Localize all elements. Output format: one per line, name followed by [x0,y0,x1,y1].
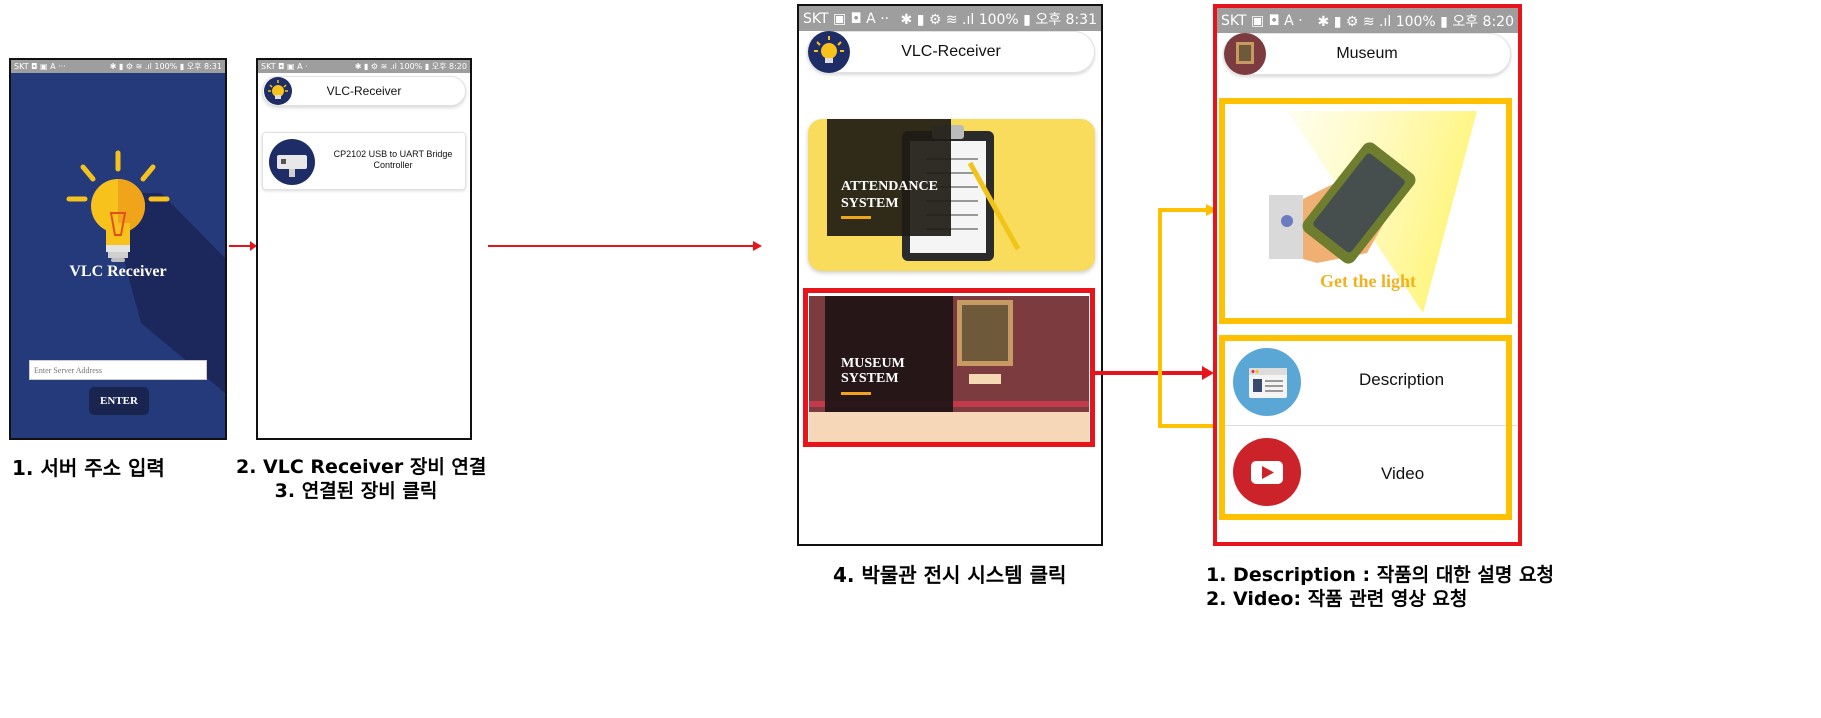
app-title: VLC Receiver [69,263,167,280]
caption-video: 2. Video: 작품 관련 영상 요청 [1206,588,1468,610]
status-bar: SKT ▣ ◘ A ·· ✱ ▮ ⚙ ≋ .ıl 100% ▮ 오후 8:31 [799,6,1101,31]
caption-description: 1. Description : 작품의 대한 설명 요청 [1206,564,1554,586]
description-video-highlight [1219,335,1512,520]
caption-step-4: 4. 박물관 전시 시스템 클릭 [833,563,1067,587]
status-right: ✱ ▮ ⚙ ≋ .ıl 100% ▮ 오후 8:20 [354,62,467,71]
lightbulb-logo-icon [66,150,225,393]
usb-device-icon [269,139,315,185]
museum-card-highlight [803,288,1095,447]
attendance-system-card[interactable]: ATTENDANCE SYSTEM [808,119,1095,271]
app-title: VLC-Receiver [901,43,1001,60]
flow-arrow-1 [229,241,257,251]
attendance-label-1: ATTENDANCE [841,179,938,194]
lightbulb-icon [264,77,292,105]
banner-highlight [1219,98,1512,324]
caption-step-1: 1. 서버 주소 입력 [12,456,165,480]
status-left: SKT ▣ ◘ A · [1221,12,1303,29]
status-right: ✱ ▮ ⚙ ≋ .ıl 100% ▮ 오후 8:20 [1317,13,1514,30]
status-right: ✱ ▮ ⚙ ≋ .ıl 100% ▮ 오후 8:31 [109,62,222,71]
status-right: ✱ ▮ ⚙ ≋ .ıl 100% ▮ 오후 8:31 [900,11,1097,28]
attendance-label-2: SYSTEM [841,196,899,211]
app-title: Museum [1336,45,1398,62]
status-left: SKT ◘ ▣ A ··· [14,62,66,71]
server-address-input[interactable] [29,360,207,380]
status-left: SKT ▣ ◘ A ·· [803,10,890,27]
app-title: VLC-Receiver [326,84,402,98]
museum-logo-icon [1224,33,1266,75]
enter-button[interactable]: ENTER [89,387,149,415]
lightbulb-icon [808,31,850,73]
app-bar: VLC-Receiver [262,76,466,106]
status-left: SKT ◘ ▣ A · [261,62,308,71]
status-bar: SKT ▣ ◘ A · ✱ ▮ ⚙ ≋ .ıl 100% ▮ 오후 8:20 [1217,8,1518,33]
device-list-item[interactable]: CP2102 USB to UART Bridge Controller [262,132,466,190]
screen-system-select: SKT ▣ ◘ A ·· ✱ ▮ ⚙ ≋ .ıl 100% ▮ 오후 8:31 … [797,4,1103,546]
app-bar: VLC-Receiver [807,31,1095,73]
app-bar: Museum [1223,33,1511,75]
screen-device-list: SKT ◘ ▣ A · ✱ ▮ ⚙ ≋ .ıl 100% ▮ 오후 8:20 V… [256,58,472,440]
caption-step-2: 2. VLC Receiver 장비 연결 [236,456,487,478]
device-name: CP2102 USB to UART Bridge Controller [333,149,453,170]
flow-arrow-2 [488,241,762,251]
label-underline [841,216,871,219]
status-bar: SKT ◘ ▣ A · ✱ ▮ ⚙ ≋ .ıl 100% ▮ 오후 8:20 [258,60,470,73]
screen-login: SKT ◘ ▣ A ··· ✱ ▮ ⚙ ≋ .ıl 100% ▮ 오후 8:31… [9,58,227,440]
status-bar: SKT ◘ ▣ A ··· ✱ ▮ ⚙ ≋ .ıl 100% ▮ 오후 8:31 [11,60,225,73]
caption-step-3: 3. 연결된 장비 클릭 [274,480,438,502]
